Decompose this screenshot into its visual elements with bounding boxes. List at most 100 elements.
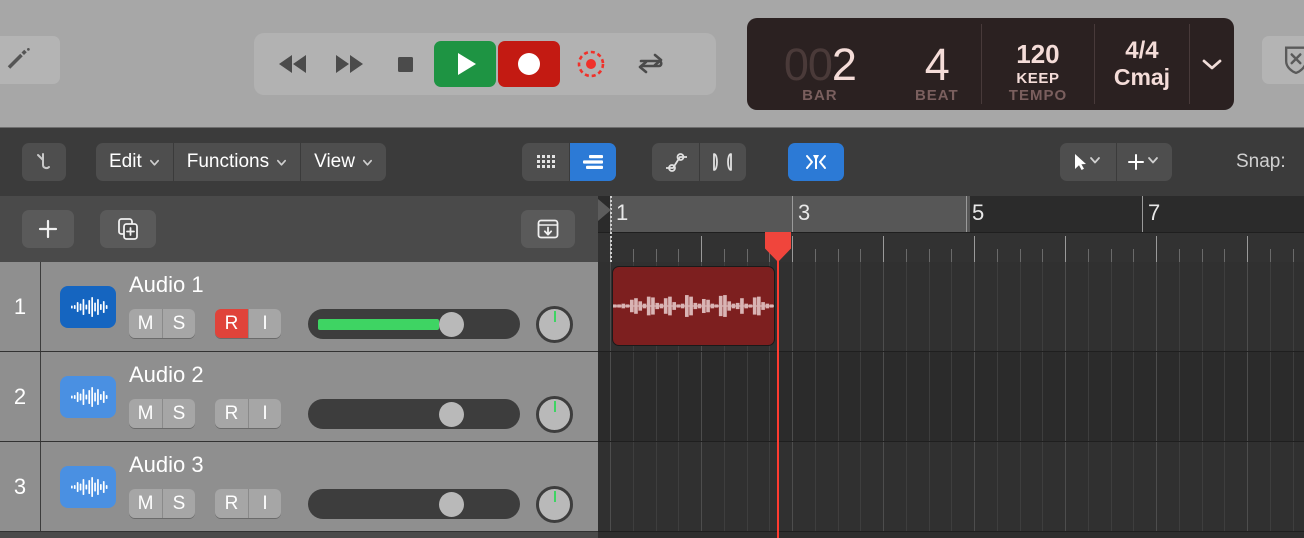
catch-playhead-button[interactable] <box>22 143 66 181</box>
duplicate-track-button[interactable] <box>100 210 156 248</box>
show-hide-panel-button[interactable] <box>521 210 575 248</box>
lcd-tempo-section[interactable]: 120 KEEP TEMPO <box>982 18 1094 110</box>
menu-functions[interactable]: Functions <box>172 143 300 181</box>
solo-button[interactable]: S <box>162 399 195 428</box>
volume-slider[interactable] <box>308 309 520 339</box>
pan-knob[interactable] <box>536 486 573 523</box>
cycle-button[interactable] <box>622 41 680 87</box>
audio-waveform-icon[interactable] <box>60 466 116 508</box>
track-name[interactable]: Audio 3 <box>129 452 204 478</box>
audio-waveform-icon[interactable] <box>60 286 116 328</box>
track-header-row[interactable]: 3 Audio 3MSRI <box>0 442 598 532</box>
grid-line <box>1179 442 1180 531</box>
marquee-tool-button[interactable] <box>1116 143 1172 181</box>
solo-button[interactable]: S <box>162 489 195 518</box>
editor-menu-bar: Edit Functions View Snap: <box>0 128 1304 196</box>
fast-forward-button[interactable] <box>322 41 376 87</box>
flex-button[interactable] <box>699 143 746 181</box>
menu-edit[interactable]: Edit <box>96 143 173 181</box>
ruler-tick <box>997 249 998 262</box>
record-enable-button[interactable]: R <box>215 309 248 338</box>
ruler-tick <box>1293 249 1294 262</box>
ruler-bars-area[interactable]: 1 3 5 7 <box>598 196 1304 232</box>
volume-slider-thumb[interactable] <box>438 402 464 427</box>
track-lane[interactable] <box>598 352 1304 442</box>
pan-knob[interactable] <box>536 306 573 343</box>
grid-line <box>883 442 884 531</box>
add-track-button[interactable] <box>22 210 74 248</box>
record-enable-button[interactable]: R <box>215 399 248 428</box>
input-monitor-button[interactable]: I <box>248 489 281 518</box>
timeline-ruler[interactable]: 1 3 5 7 <box>598 196 1304 262</box>
pencil-tool-button[interactable] <box>0 36 60 84</box>
track-header-row[interactable]: 2 Audio 2MSRI <box>0 352 598 442</box>
stop-button[interactable] <box>378 41 432 87</box>
rewind-button[interactable] <box>266 41 320 87</box>
ruler-beat-ticks <box>598 232 1304 262</box>
cycle-region[interactable] <box>610 196 970 232</box>
pencil-icon <box>7 48 30 69</box>
grid-line <box>724 442 725 531</box>
grid-line <box>1202 442 1203 531</box>
record-enable-toggle[interactable] <box>562 41 620 87</box>
track-name[interactable]: Audio 1 <box>129 272 204 298</box>
flex-pitch-button[interactable] <box>788 143 844 181</box>
grid-line <box>860 262 861 351</box>
ruler-tick <box>1065 236 1066 262</box>
volume-slider[interactable] <box>308 399 520 429</box>
bypass-plugins-button[interactable] <box>1262 36 1304 84</box>
track-lane[interactable] <box>598 262 1304 352</box>
mute-button[interactable]: M <box>129 399 162 428</box>
lcd-display[interactable]: 00 2 BAR 4 BEAT 120 KEEP TEMPO 4/4 Cmaj <box>747 18 1234 110</box>
play-button[interactable] <box>434 41 496 87</box>
automation-button[interactable] <box>652 143 699 181</box>
grid-line <box>747 352 748 441</box>
triangle-marker[interactable] <box>598 199 611 221</box>
grid-line <box>1020 442 1021 531</box>
menu-view[interactable]: View <box>300 143 386 181</box>
input-monitor-button[interactable]: I <box>248 399 281 428</box>
lcd-tempo-value: 120 <box>1016 39 1060 70</box>
lcd-bar-section[interactable]: 00 2 BAR <box>747 18 893 110</box>
volume-slider-thumb[interactable] <box>438 312 464 337</box>
arrange-area[interactable] <box>598 262 1304 538</box>
audio-region[interactable] <box>612 266 775 346</box>
arrow-up-icon <box>37 153 50 170</box>
grid-line <box>1065 442 1066 531</box>
track-header-row[interactable]: 1 Audio 1MSRI <box>0 262 598 352</box>
plus-icon <box>38 219 58 239</box>
grid-line <box>1247 352 1248 441</box>
mute-button[interactable]: M <box>129 309 162 338</box>
grid-line <box>1133 352 1134 441</box>
chevron-down-icon <box>1202 59 1222 70</box>
grid-line <box>951 352 952 441</box>
audio-waveform-icon[interactable] <box>60 376 116 418</box>
grid-line <box>815 262 816 351</box>
record-button[interactable] <box>498 41 560 87</box>
solo-button[interactable]: S <box>162 309 195 338</box>
lcd-signature-section[interactable]: 4/4 Cmaj <box>1095 18 1189 110</box>
tool-selectors <box>1060 143 1172 181</box>
ruler-tick <box>1088 249 1089 262</box>
lcd-beat-section[interactable]: 4 BEAT <box>893 18 981 110</box>
lcd-expand-button[interactable] <box>1190 18 1234 110</box>
list-view-button[interactable] <box>569 143 616 181</box>
ruler-tick <box>951 249 952 262</box>
track-name[interactable]: Audio 2 <box>129 362 204 388</box>
ruler-tick <box>678 249 679 262</box>
grid-line <box>1247 442 1248 531</box>
record-enable-button[interactable]: R <box>215 489 248 518</box>
pointer-tool-button[interactable] <box>1060 143 1116 181</box>
mute-button[interactable]: M <box>129 489 162 518</box>
pan-knob[interactable] <box>536 396 573 433</box>
volume-slider[interactable] <box>308 489 520 519</box>
ruler-tick <box>974 236 975 262</box>
playhead-handle[interactable] <box>765 232 791 262</box>
volume-slider-thumb[interactable] <box>438 492 464 517</box>
ruler-bar-number: 3 <box>798 200 811 225</box>
input-monitor-button[interactable]: I <box>248 309 281 338</box>
track-lane[interactable] <box>598 442 1304 532</box>
editor-mode-segment <box>652 143 746 181</box>
grid-view-button[interactable] <box>522 143 569 181</box>
grid-line <box>769 442 770 531</box>
